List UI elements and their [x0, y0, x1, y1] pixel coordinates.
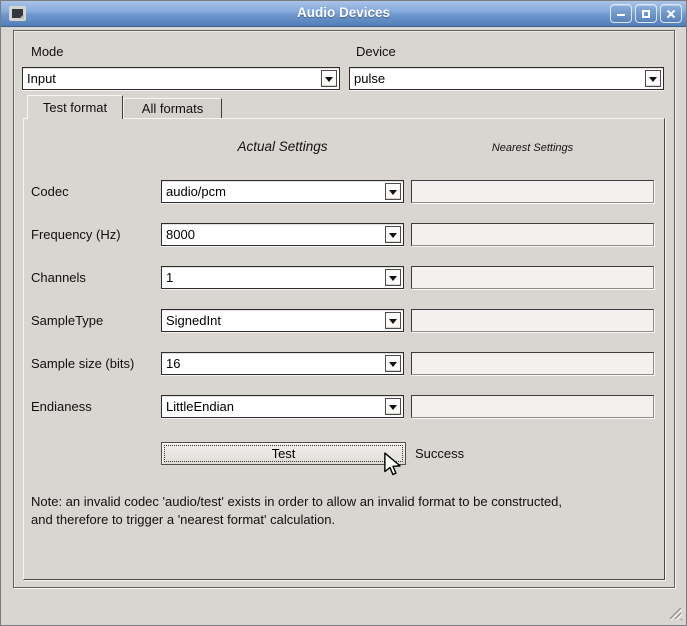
frequency-select[interactable]: 8000 [161, 223, 404, 246]
audio-devices-window: Audio Devices Mode Input Device pulse Te… [0, 0, 687, 626]
sampletype-nearest-field [411, 309, 654, 332]
frequency-nearest-field [411, 223, 654, 246]
endianess-label: Endianess [31, 399, 92, 414]
mode-select[interactable]: Input [22, 67, 340, 90]
note-line-1: Note: an invalid codec 'audio/test' exis… [31, 493, 656, 511]
chevron-down-icon [389, 190, 397, 199]
samplesize-select[interactable]: 16 [161, 352, 404, 375]
samplesize-row: Sample size (bits) 16 [24, 352, 664, 375]
nearest-settings-header: Nearest Settings [411, 142, 654, 154]
test-format-panel: Actual Settings Nearest Settings Codec a… [23, 118, 665, 580]
channels-row: Channels 1 [24, 266, 664, 289]
codec-label: Codec [31, 184, 69, 199]
frequency-dropdown-arrow-icon[interactable] [385, 226, 401, 243]
minimize-button[interactable] [610, 4, 632, 23]
chevron-down-icon [389, 276, 397, 285]
sampletype-row: SampleType SignedInt [24, 309, 664, 332]
maximize-icon [642, 10, 650, 18]
mode-dropdown-arrow-icon[interactable] [321, 70, 337, 87]
channels-label: Channels [31, 270, 86, 285]
note-text: Note: an invalid codec 'audio/test' exis… [31, 493, 656, 529]
codec-select[interactable]: audio/pcm [161, 180, 404, 203]
channels-dropdown-arrow-icon[interactable] [385, 269, 401, 286]
cursor-icon [383, 452, 403, 478]
endianess-dropdown-arrow-icon[interactable] [385, 398, 401, 415]
device-label: Device [356, 44, 396, 59]
device-selected-value: pulse [354, 71, 385, 86]
samplesize-label: Sample size (bits) [31, 356, 134, 371]
mode-selected-value: Input [27, 71, 56, 86]
channels-selected-value: 1 [166, 270, 173, 285]
device-dropdown-arrow-icon[interactable] [645, 70, 661, 87]
codec-dropdown-arrow-icon[interactable] [385, 183, 401, 200]
chevron-down-icon [389, 319, 397, 328]
endianess-selected-value: LittleEndian [166, 399, 234, 414]
minimize-icon [617, 14, 625, 16]
sampletype-selected-value: SignedInt [166, 313, 221, 328]
sampletype-dropdown-arrow-icon[interactable] [385, 312, 401, 329]
test-button[interactable]: Test [161, 442, 406, 465]
frequency-selected-value: 8000 [166, 227, 195, 242]
actual-settings-header: Actual Settings [161, 139, 404, 154]
note-line-2: and therefore to trigger a 'nearest form… [31, 511, 656, 529]
window-controls [610, 4, 682, 23]
tab-test-format[interactable]: Test format [27, 95, 123, 119]
codec-row: Codec audio/pcm [24, 180, 664, 203]
endianess-select[interactable]: LittleEndian [161, 395, 404, 418]
channels-select[interactable]: 1 [161, 266, 404, 289]
close-button[interactable] [660, 4, 682, 23]
maximize-button[interactable] [635, 4, 657, 23]
codec-selected-value: audio/pcm [166, 184, 226, 199]
resize-grip-icon[interactable] [666, 604, 683, 621]
window-title: Audio Devices [1, 5, 686, 20]
samplesize-dropdown-arrow-icon[interactable] [385, 355, 401, 372]
chevron-down-icon [389, 405, 397, 414]
sampletype-select[interactable]: SignedInt [161, 309, 404, 332]
mode-label: Mode [31, 44, 64, 59]
titlebar[interactable]: Audio Devices [1, 1, 686, 27]
codec-nearest-field [411, 180, 654, 203]
channels-nearest-field [411, 266, 654, 289]
chevron-down-icon [389, 362, 397, 371]
endianess-row: Endianess LittleEndian [24, 395, 664, 418]
device-select[interactable]: pulse [349, 67, 664, 90]
endianess-nearest-field [411, 395, 654, 418]
samplesize-nearest-field [411, 352, 654, 375]
chevron-down-icon [649, 77, 657, 86]
dialog-frame: Mode Input Device pulse Test format All … [13, 30, 675, 588]
frequency-row: Frequency (Hz) 8000 [24, 223, 664, 246]
sampletype-label: SampleType [31, 313, 103, 328]
status-text: Success [415, 446, 464, 461]
frequency-label: Frequency (Hz) [31, 227, 121, 242]
chevron-down-icon [389, 233, 397, 242]
chevron-down-icon [325, 77, 333, 86]
tab-all-formats[interactable]: All formats [123, 98, 222, 118]
samplesize-selected-value: 16 [166, 356, 180, 371]
